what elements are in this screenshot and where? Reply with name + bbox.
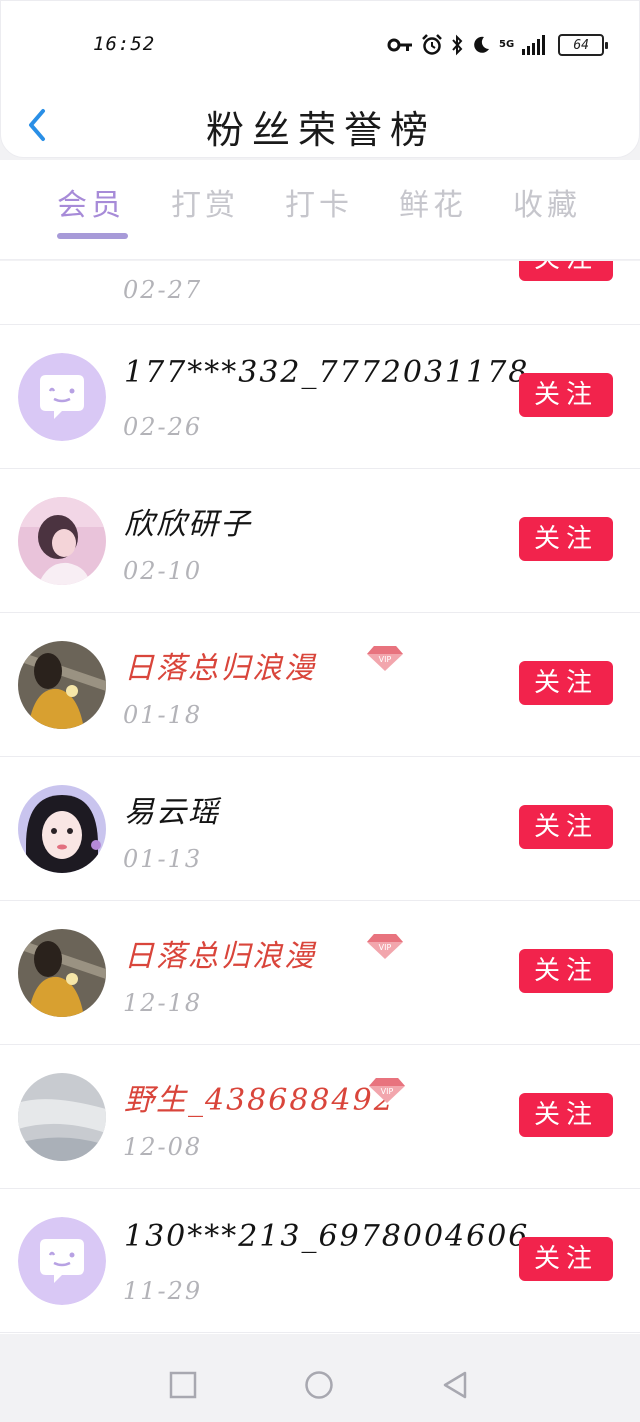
fan-name: 易云瑶 [124,795,220,830]
fan-name: 日落总归浪漫 [124,939,316,974]
vip-badge-text: VIP [379,943,392,952]
fan-list[interactable]: 02-27 关注 177***332_7772031178 02-26 关注 [0,261,640,1334]
date: 11-29 [123,1277,203,1305]
list-item[interactable]: 130***213_6978004606 11-29 关注 [0,1189,640,1333]
vip-badge-icon: VIP [366,644,404,676]
list-item[interactable]: 日落总归浪漫 VIP 12-18 关注 [0,901,640,1045]
page-title: 粉丝荣誉榜 [205,108,436,152]
date: 12-08 [123,1133,203,1161]
date: 02-26 [123,413,203,441]
date: 01-18 [123,701,203,729]
list-item[interactable]: 欣欣研子 02-10 关注 [0,469,640,613]
fan-name: 野生_438688492 [124,1083,395,1118]
list-item[interactable]: 02-27 关注 [0,261,640,325]
vip-badge-text: VIP [381,1087,394,1096]
tab-flowers[interactable]: 鲜花 [388,180,478,224]
avatar[interactable] [18,497,106,585]
vip-badge-icon: VIP [368,1076,406,1108]
fan-name: 日落总归浪漫 [124,651,316,686]
date: 02-27 [123,276,203,304]
status-icons: 5G 64 [387,31,609,59]
circle-icon[interactable] [304,1370,334,1400]
bluetooth-icon [452,34,463,56]
avatar[interactable] [18,785,106,873]
fan-name: 177***332_7772031178 [124,355,530,390]
default-avatar-icon[interactable] [18,1217,106,1305]
signal-icon [522,35,546,55]
list-item[interactable]: 易云瑶 01-13 关注 [0,757,640,901]
network-label: 5G [499,39,515,50]
follow-button[interactable]: 关注 [519,261,613,281]
tab-reward[interactable]: 打赏 [160,180,250,224]
avatar[interactable] [18,929,106,1017]
follow-button[interactable]: 关注 [519,373,613,417]
header: 16:52 5G 64 粉丝荣誉榜 [0,0,640,158]
follow-button[interactable]: 关注 [519,805,613,849]
list-item[interactable]: 日落总归浪漫 VIP 01-18 关注 [0,613,640,757]
list-item[interactable]: 野生_438688492 VIP 12-08 关注 [0,1045,640,1189]
follow-button[interactable]: 关注 [519,1093,613,1137]
tab-bar: 会员 打赏 打卡 鲜花 收藏 [0,160,640,260]
date: 12-18 [123,989,203,1017]
triangle-back-icon[interactable] [440,1370,470,1400]
follow-button[interactable]: 关注 [519,517,613,561]
square-icon[interactable] [168,1370,198,1400]
list-item[interactable]: 177***332_7772031178 02-26 关注 [0,325,640,469]
default-avatar-icon[interactable] [18,353,106,441]
key-icon [387,38,412,52]
tab-active-indicator [57,233,128,239]
status-bar: 16:52 5G 64 [1,29,640,63]
tab-member[interactable]: 会员 [46,180,136,224]
fan-name: 欣欣研子 [124,507,252,542]
date: 01-13 [123,845,203,873]
follow-button[interactable]: 关注 [519,661,613,705]
follow-button[interactable]: 关注 [519,949,613,993]
fan-name: 130***213_6978004606 [124,1219,530,1254]
system-nav-bar [0,1346,640,1422]
status-time: 16:52 [93,33,156,55]
avatar[interactable] [18,641,106,729]
alarm-icon [422,34,442,55]
vip-badge-text: VIP [379,655,392,664]
date: 02-10 [123,557,203,585]
battery-icon: 64 [558,34,609,56]
tab-favorites[interactable]: 收藏 [502,180,592,224]
follow-button[interactable]: 关注 [519,1237,613,1281]
vip-badge-icon: VIP [366,932,404,964]
tab-checkin[interactable]: 打卡 [274,180,364,224]
moon-icon [474,36,489,53]
battery-level: 64 [573,37,589,53]
avatar[interactable] [18,1073,106,1161]
